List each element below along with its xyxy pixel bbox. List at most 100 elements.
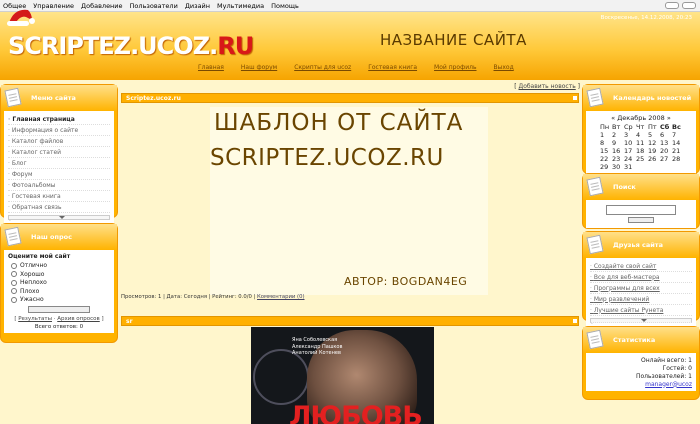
poll-option[interactable]: Хорошо xyxy=(11,271,110,278)
friend-link[interactable]: Создайте свой сайт xyxy=(590,261,692,272)
calendar-day[interactable]: 8 xyxy=(599,139,611,147)
calendar-day[interactable]: 23 xyxy=(611,155,623,163)
radio-button[interactable] xyxy=(11,271,17,277)
menu-item-articles[interactable]: Каталог статей xyxy=(8,147,110,158)
calendar-day[interactable]: 18 xyxy=(635,147,647,155)
block-title: Меню сайта xyxy=(31,94,76,102)
calendar-day[interactable]: 17 xyxy=(623,147,635,155)
calendar-day[interactable]: 19 xyxy=(647,147,659,155)
calendar-day[interactable]: 20 xyxy=(659,147,671,155)
friends-block: Друзья сайта Создайте свой сайт Все для … xyxy=(582,231,700,326)
clock-dial xyxy=(253,349,309,405)
calendar-day[interactable]: 4 xyxy=(635,131,647,139)
poll-question: Оцените мой сайт xyxy=(8,253,71,260)
poll-option[interactable]: Неплохо xyxy=(11,279,110,286)
menu-item-info[interactable]: Информация о сайте xyxy=(8,125,110,136)
radio-button[interactable] xyxy=(11,279,17,286)
calendar-month[interactable]: « Декабрь 2008 » xyxy=(590,114,692,122)
add-news-link[interactable]: Добавить новость xyxy=(519,83,576,90)
minimize-control[interactable] xyxy=(665,2,679,9)
calendar-day[interactable]: 22 xyxy=(599,155,611,163)
radio-button[interactable] xyxy=(11,296,17,303)
note-icon xyxy=(586,234,604,255)
site-logo[interactable]: SCRIPTEZ.UCOZ.RU xyxy=(8,32,254,60)
calendar-day[interactable]: 24 xyxy=(623,155,635,163)
menu-help[interactable]: Помощь xyxy=(271,2,299,10)
calendar-day[interactable]: 29 xyxy=(599,163,611,171)
movie-poster: Яна Соболевская Александр Пашков Анатоли… xyxy=(251,327,434,424)
nav-logout[interactable]: Выход xyxy=(494,64,514,71)
poll-option[interactable]: Ужасно xyxy=(11,296,110,303)
nav-guestbook[interactable]: Гостевая книга xyxy=(368,64,417,71)
menu-add[interactable]: Добавление xyxy=(81,2,123,10)
calendar-day[interactable]: 1 xyxy=(599,131,611,139)
site-title: НАЗВАНИЕ САЙТА xyxy=(380,31,527,49)
calendar-day[interactable]: 9 xyxy=(611,139,623,147)
poll-results-link[interactable]: Результаты xyxy=(18,316,52,322)
menu-design[interactable]: Дизайн xyxy=(185,2,210,10)
calendar-day[interactable]: 15 xyxy=(599,147,611,155)
menu-item-files[interactable]: Каталог файлов xyxy=(8,136,110,147)
calendar-day[interactable]: 2 xyxy=(611,131,623,139)
calendar-day[interactable]: 30 xyxy=(611,163,623,171)
note-icon xyxy=(586,176,604,197)
menu-management[interactable]: Управление xyxy=(33,2,74,10)
vote-button[interactable] xyxy=(28,306,90,313)
search-button[interactable] xyxy=(628,217,654,223)
nav-scripts[interactable]: Скрипты для ucoz xyxy=(294,64,351,71)
friend-link[interactable]: Мир развлечений xyxy=(590,294,692,305)
poll-content: Оцените мой сайт Отлично Хорошо Неплохо … xyxy=(4,250,114,333)
menu-item-forum[interactable]: Форум xyxy=(8,169,110,180)
comments-link[interactable]: Комментарии (0) xyxy=(257,294,304,300)
window-controls xyxy=(662,2,696,9)
close-control[interactable] xyxy=(682,2,696,9)
calendar-day[interactable]: 11 xyxy=(635,139,647,147)
menu-item-blog[interactable]: Блог xyxy=(8,158,110,169)
calendar-day[interactable]: 5 xyxy=(647,131,659,139)
friend-link[interactable]: Все для веб-мастера xyxy=(590,272,692,283)
nav-forum[interactable]: Наш форум xyxy=(241,64,277,71)
top-nav: Главная Наш форум Скрипты для ucoz Госте… xyxy=(198,64,531,71)
calendar-day[interactable]: 14 xyxy=(671,139,683,147)
calendar-day[interactable]: 6 xyxy=(659,131,671,139)
cast-name: Анатолий Котенев xyxy=(292,350,341,356)
friend-link[interactable]: Программы для всех xyxy=(590,283,692,294)
menu-users[interactable]: Пользователи xyxy=(130,2,178,10)
calendar-day[interactable]: 7 xyxy=(671,131,683,139)
site-menu-block: Меню сайта Главная страница Информация о… xyxy=(0,84,118,223)
stats-user-link[interactable]: manager@ucoz xyxy=(590,380,692,388)
menu-item-guestbook[interactable]: Гостевая книга xyxy=(8,191,110,202)
calendar-day[interactable]: 26 xyxy=(647,155,659,163)
search-input[interactable] xyxy=(606,205,676,215)
menu-item-feedback[interactable]: Обратная связь xyxy=(8,202,110,213)
menu-scrollbar[interactable] xyxy=(8,215,110,220)
nav-profile[interactable]: Мой профиль xyxy=(434,64,476,71)
radio-button[interactable] xyxy=(11,262,17,269)
friends-scrollbar[interactable] xyxy=(590,318,692,323)
menu-multimedia[interactable]: Мультимедиа xyxy=(217,2,264,10)
block-title: Друзья сайта xyxy=(613,241,663,249)
calendar-day[interactable]: 27 xyxy=(659,155,671,163)
friend-link[interactable]: Лучшие сайты Рунета xyxy=(590,305,692,316)
nav-home[interactable]: Главная xyxy=(198,64,224,71)
calendar-day[interactable]: 3 xyxy=(623,131,635,139)
calendar-day[interactable]: 16 xyxy=(611,147,623,155)
poll-archive-link[interactable]: Архив опросов xyxy=(57,316,100,322)
calendar-day xyxy=(671,163,683,171)
calendar-day[interactable]: 12 xyxy=(647,139,659,147)
add-news: [ Добавить новость ] xyxy=(514,83,580,90)
calendar-day[interactable]: 21 xyxy=(671,147,683,155)
news-title[interactable]: Scriptez.ucoz.ru xyxy=(126,95,181,102)
menu-item-home[interactable]: Главная страница xyxy=(8,114,110,125)
left-column: Меню сайта Главная страница Информация о… xyxy=(0,80,118,424)
poll-option[interactable]: Плохо xyxy=(11,288,110,295)
calendar-day[interactable]: 13 xyxy=(659,139,671,147)
calendar-day[interactable]: 28 xyxy=(671,155,683,163)
radio-button[interactable] xyxy=(11,288,17,294)
menu-item-photos[interactable]: Фотоальбомы xyxy=(8,180,110,191)
calendar-day[interactable]: 25 xyxy=(635,155,647,163)
poll-option[interactable]: Отлично xyxy=(11,262,110,269)
news-title[interactable]: sr xyxy=(126,318,133,325)
calendar-day[interactable]: 10 xyxy=(623,139,635,147)
calendar-day[interactable]: 31 xyxy=(623,163,635,171)
